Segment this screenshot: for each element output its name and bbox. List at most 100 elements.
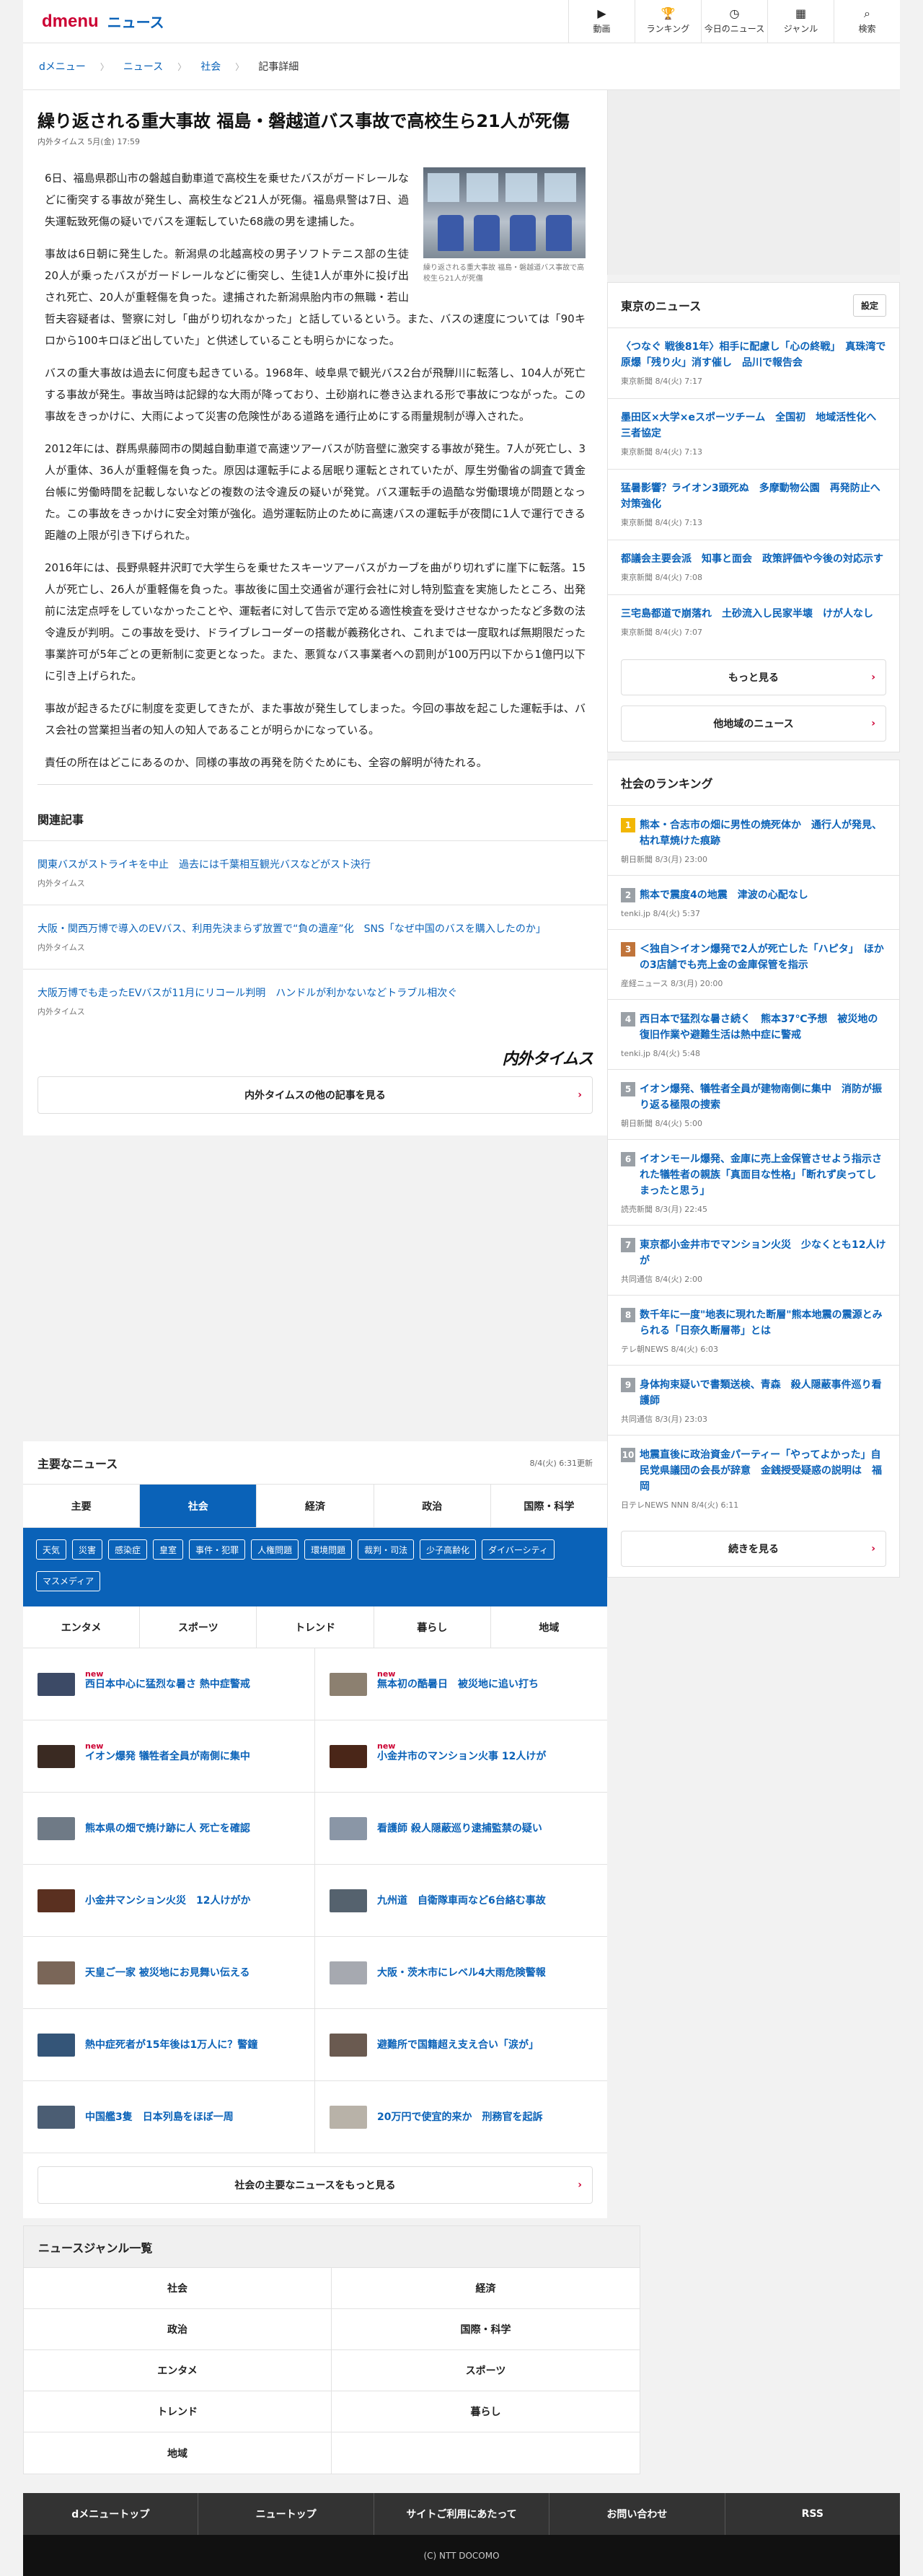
topic-tag[interactable]: ダイバーシティ (482, 1539, 555, 1560)
topic-tag[interactable]: 環境問題 (304, 1539, 353, 1560)
other-region-button[interactable]: 他地域のニュース › (621, 705, 886, 742)
related-link[interactable]: 大阪万博でも走ったEVバスが11月にリコール判明 ハンドルが利かないなどトラブル… (37, 988, 457, 999)
major-news-item[interactable]: new 無本初の酷暑日 被災地に追い打ち (315, 1648, 607, 1720)
topic-tag[interactable]: 皇室 (153, 1539, 184, 1560)
major-news-title[interactable]: 20万円で使宜的来か 刑務官を起訴 (377, 2110, 542, 2124)
news-logo[interactable]: ニュース (107, 11, 164, 32)
major-news-title[interactable]: 看護師 殺人隠蔽巡り逮捕監禁の疑い (377, 1821, 542, 1836)
tab-main[interactable]: 主要 (23, 1485, 141, 1527)
topic-tag[interactable]: マスメディア (36, 1570, 101, 1591)
major-news-title[interactable]: 熱中症死者が15年後は1万人に？警鐘 (85, 2038, 257, 2052)
tab-politics[interactable]: 政治 (374, 1485, 491, 1527)
tokyo-more-button[interactable]: もっと見る › (621, 659, 886, 695)
topic-tag[interactable]: 感染症 (108, 1539, 148, 1560)
ranking-link[interactable]: 東京都小金井市でマンション火災 少なくとも12人けが (640, 1237, 886, 1269)
tab-trend[interactable]: トレンド (257, 1606, 374, 1648)
major-news-title[interactable]: new イオン爆発 犠牲者全員が南側に集中 (85, 1741, 250, 1764)
major-news-item[interactable]: 避難所で国籍超え支え合い「涙が」 (315, 2009, 607, 2081)
breadcrumb-society[interactable]: 社会 (200, 59, 221, 74)
ranking-link[interactable]: 熊本で震度4の地震 津波の心配なし (640, 887, 808, 903)
nav-search[interactable]: ⌕ 検索 (834, 0, 900, 43)
genre-link[interactable]: 社会 (24, 2268, 332, 2309)
tokyo-news-link[interactable]: 都議会主要会派 知事と面会 政策評価や今後の対応示す (621, 553, 883, 565)
genre-link[interactable]: スポーツ (332, 2350, 640, 2391)
topic-tag[interactable]: 裁判・司法 (358, 1539, 415, 1560)
genre-link[interactable]: 国際・科学 (332, 2309, 640, 2350)
ranking-link[interactable]: ＜独自＞イオン爆発で2人が死亡した「ハピタ」 ほかの3店舗でも売上金の金庫保管を… (640, 941, 886, 973)
tab-life[interactable]: 暮らし (374, 1606, 491, 1648)
major-news-item[interactable]: new イオン爆発 犠牲者全員が南側に集中 (23, 1720, 315, 1793)
footer-link-contact[interactable]: お問い合わせ (549, 2493, 725, 2535)
tab-sports[interactable]: スポーツ (140, 1606, 257, 1648)
publisher-more-button[interactable]: 内外タイムスの他の記事を見る › (37, 1076, 593, 1114)
publisher-logo[interactable]: 内外タイムス (502, 1046, 593, 1069)
ranking-link[interactable]: 地震直後に政治資金パーティー「やってよかった」自民党県議団の会長が辞意 金銭授受… (640, 1447, 886, 1495)
major-news-item[interactable]: new 小金井市のマンション火事 12人けが (315, 1720, 607, 1793)
genre-link[interactable]: トレンド (24, 2391, 332, 2432)
footer-link-rss[interactable]: RSS (725, 2493, 900, 2535)
major-news-title[interactable]: 中国艦3隻 日本列島をほぼ一周 (85, 2110, 234, 2124)
major-news-title[interactable]: 熊本県の畑で焼け跡に人 死亡を確認 (85, 1821, 250, 1836)
major-news-title[interactable]: 大阪・茨木市にレベル4大雨危険警報 (377, 1966, 546, 1980)
major-news-item[interactable]: 中国艦3隻 日本列島をほぼ一周 (23, 2081, 315, 2153)
ranking-link[interactable]: イオン爆発、犠牲者全員が建物南側に集中 消防が振り返る極限の捜索 (640, 1081, 886, 1113)
footer-link-news-top[interactable]: ニュートップ (198, 2493, 374, 2535)
topic-tag[interactable]: 少子高齢化 (420, 1539, 477, 1560)
tab-society[interactable]: 社会 (140, 1485, 257, 1527)
ranking-link[interactable]: 数千年に一度"地表に現れた断層"熊本地震の震源とみられる「日奈久断層帯」とは (640, 1307, 886, 1339)
genre-link[interactable]: 経済 (332, 2268, 640, 2309)
topic-tag[interactable]: 事件・犯罪 (189, 1539, 246, 1560)
bus-interior-photo[interactable] (423, 167, 586, 258)
major-news-item[interactable]: 20万円で使宜的来か 刑務官を起訴 (315, 2081, 607, 2153)
nav-video[interactable]: ▶ 動画 (568, 0, 635, 43)
major-news-item[interactable]: new 西日本中心に猛烈な暑さ 熱中症警戒 (23, 1648, 315, 1720)
tab-economy[interactable]: 経済 (257, 1485, 374, 1527)
major-news-title[interactable]: 避難所で国籍超え支え合い「涙が」 (377, 2038, 539, 2052)
breadcrumb-dmenu[interactable]: dメニュー (39, 59, 86, 74)
topic-tag[interactable]: 天気 (36, 1539, 67, 1560)
society-more-button[interactable]: 社会の主要なニュースをもっと見る › (37, 2166, 593, 2204)
related-link[interactable]: 大阪・関西万博で導入のEVバス、利用先決まらず放置で“負の遺産”化 SNS「なぜ… (37, 923, 546, 935)
major-news-title[interactable]: 天皇ご一家 被災地にお見舞い伝える (85, 1966, 249, 1980)
tab-entertainment[interactable]: エンタメ (23, 1606, 141, 1648)
major-news-item[interactable]: 看護師 殺人隠蔽巡り逮捕監禁の疑い (315, 1793, 607, 1865)
major-news-title[interactable]: new 小金井市のマンション火事 12人けが (377, 1741, 546, 1764)
dmenu-logo[interactable]: dmenu (42, 12, 99, 32)
major-news-item[interactable]: 熊本県の畑で焼け跡に人 死亡を確認 (23, 1793, 315, 1865)
major-news-title[interactable]: 小金井マンション火災 12人けがか (85, 1894, 250, 1908)
breadcrumb-news[interactable]: ニュース (123, 59, 163, 74)
footer-link-terms[interactable]: サイトご利用にあたって (374, 2493, 550, 2535)
major-news-item[interactable]: 小金井マンション火災 12人けがか (23, 1865, 315, 1937)
genre-link[interactable]: 地域 (24, 2432, 332, 2474)
tab-international[interactable]: 国際・科学 (491, 1485, 607, 1527)
major-news-item[interactable]: 大阪・茨木市にレベル4大雨危険警報 (315, 1937, 607, 2009)
tokyo-news-link[interactable]: 猛暑影響？ライオン3頭死ぬ 多摩動物公園 再発防止へ対策強化 (621, 483, 880, 510)
major-news-title[interactable]: new 西日本中心に猛烈な暑さ 熱中症警戒 (85, 1669, 250, 1692)
related-link[interactable]: 関東バスがストライキを中止 過去には千葉相互観光バスなどがスト決行 (37, 859, 371, 871)
footer-link-dmenu-top[interactable]: dメニュートップ (23, 2493, 199, 2535)
genre-link[interactable]: 暮らし (332, 2391, 640, 2432)
ranking-link[interactable]: 西日本で猛烈な暑さ続く 熊本37℃予想 被災地の復旧作業や避難生活は熱中症に警戒 (640, 1011, 886, 1043)
topic-tag[interactable]: 人権問題 (251, 1539, 299, 1560)
settings-button[interactable]: 設定 (852, 294, 886, 317)
major-news-item[interactable]: 九州道 自衛隊車両など6台絡む事故 (315, 1865, 607, 1937)
tokyo-news-link[interactable]: 墨田区×大学×eスポーツチーム 全国初 地域活性化へ三者協定 (621, 412, 876, 439)
major-news-title[interactable]: new 無本初の酷暑日 被災地に追い打ち (377, 1669, 539, 1692)
ranking-link[interactable]: 身体拘束疑いで書類送検、青森 殺人隠蔽事件巡り看護師 (640, 1377, 886, 1409)
site-logo[interactable]: dmenu ニュース (42, 11, 164, 32)
topic-tag[interactable]: 災害 (72, 1539, 103, 1560)
tokyo-news-link[interactable]: 三宅島都道で崩落れ 土砂流入し民家半壊 けが人なし (621, 608, 873, 620)
tokyo-news-link[interactable]: 〈つなぐ 戦後81年〉相手に配慮し「心の終戦」 真珠湾で原爆「残り火」消す催し … (621, 341, 886, 369)
genre-link[interactable]: エンタメ (24, 2350, 332, 2391)
nav-genre[interactable]: ▦ ジャンル (767, 0, 834, 43)
ranking-more-button[interactable]: 続きを見る › (621, 1531, 886, 1567)
tab-region[interactable]: 地域 (491, 1606, 607, 1648)
major-news-item[interactable]: 熱中症死者が15年後は1万人に？警鐘 (23, 2009, 315, 2081)
major-news-item[interactable]: 天皇ご一家 被災地にお見舞い伝える (23, 1937, 315, 2009)
major-news-title[interactable]: 九州道 自衛隊車両など6台絡む事故 (377, 1894, 546, 1908)
ranking-link[interactable]: イオンモール爆発、金庫に売上金保管させよう指示された犠牲者の親族「真面目な性格」… (640, 1151, 886, 1199)
ranking-link[interactable]: 熊本・合志市の畑に男性の焼死体か 通行人が発見、枯れ草焼けた痕跡 (640, 817, 886, 849)
nav-ranking[interactable]: 🏆 ランキング (635, 0, 701, 43)
genre-link[interactable]: 政治 (24, 2309, 332, 2350)
nav-today[interactable]: ◷ 今日のニュース (701, 0, 767, 43)
